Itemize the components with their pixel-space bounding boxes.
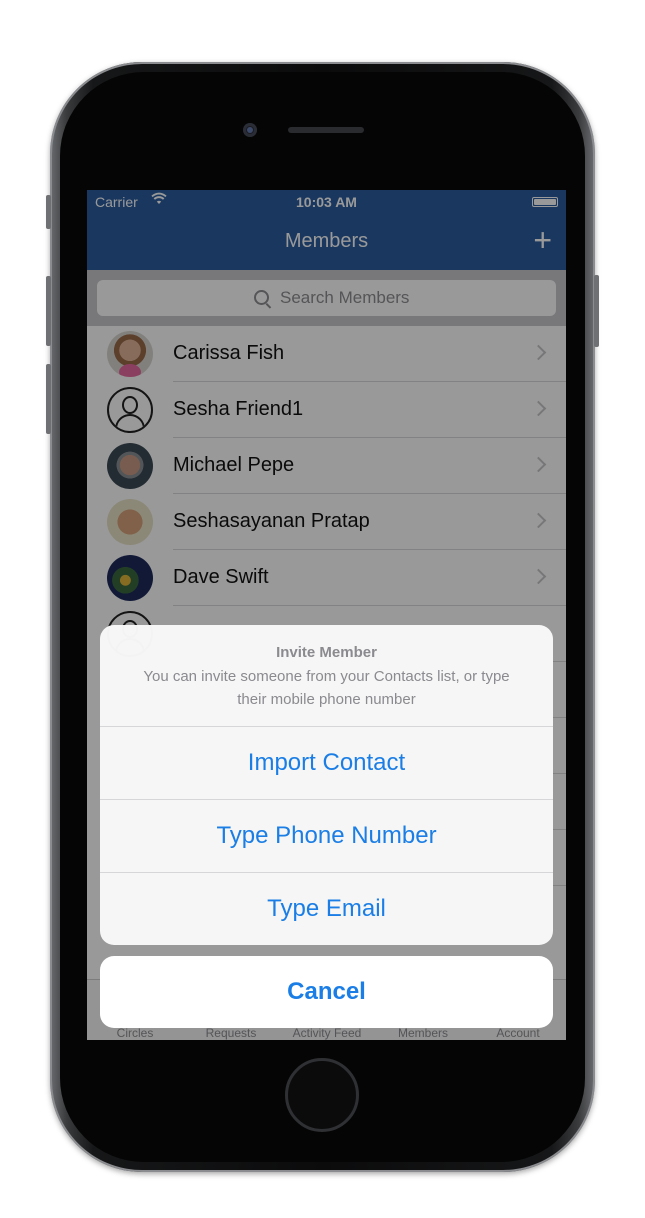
action-sheet: Invite Member You can invite someone fro… bbox=[100, 625, 553, 945]
front-camera-icon bbox=[243, 123, 257, 137]
action-sheet-header: Invite Member You can invite someone fro… bbox=[100, 625, 553, 727]
cancel-button[interactable]: Cancel bbox=[100, 956, 553, 1028]
power-button bbox=[594, 275, 599, 347]
action-sheet-title: Invite Member bbox=[276, 644, 377, 661]
mute-switch bbox=[46, 195, 51, 229]
type-phone-number-button[interactable]: Type Phone Number bbox=[100, 800, 553, 873]
action-sheet-message: You can invite someone from your Contact… bbox=[143, 668, 510, 708]
volume-down-button bbox=[46, 364, 51, 434]
app-screen: Carrier 10:03 AM Members + Search Member… bbox=[87, 190, 566, 1040]
type-email-button[interactable]: Type Email bbox=[100, 873, 553, 945]
earpiece-speaker bbox=[288, 127, 364, 133]
volume-up-button bbox=[46, 276, 51, 346]
import-contact-button[interactable]: Import Contact bbox=[100, 727, 553, 800]
home-button[interactable] bbox=[285, 1058, 359, 1132]
